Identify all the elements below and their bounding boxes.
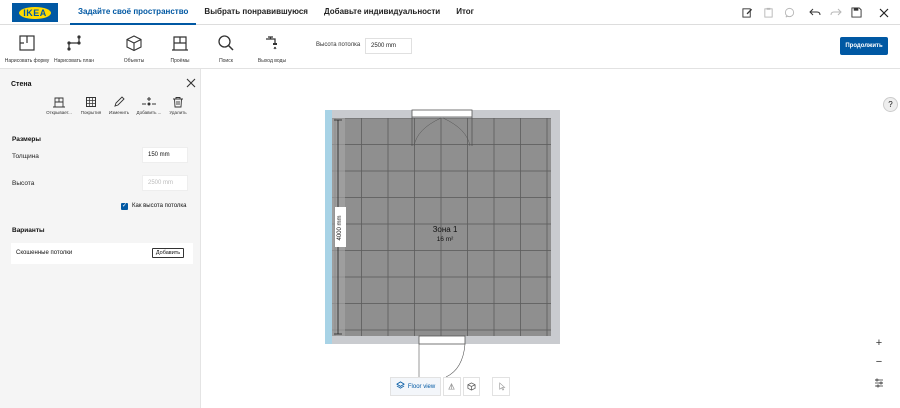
wall-action-label: Изменить	[108, 110, 130, 115]
search-icon	[215, 32, 237, 54]
tool-label: Проёмы	[170, 58, 190, 64]
variant-label: Скошенные потолки	[16, 250, 73, 256]
floor-view-label: Floor view	[407, 383, 436, 390]
coverings-icon	[76, 95, 106, 109]
ceiling-height-checkbox-label: Как высота потолка	[132, 203, 187, 209]
wall-action-label: Добавить ...	[136, 110, 162, 115]
edit-icon[interactable]	[737, 0, 758, 25]
wall-action-add-point[interactable]: Добавить ...	[134, 95, 164, 115]
wall-dimension-label: 4000 mm	[337, 215, 343, 241]
door-bottom[interactable]	[418, 335, 466, 345]
help-button[interactable]: ?	[883, 97, 898, 112]
wall-action-label: Открывает...	[46, 110, 72, 115]
save-icon[interactable]	[846, 0, 867, 25]
ceiling-height-checkbox[interactable]: ✓	[121, 203, 128, 210]
tool-draw-shape[interactable]: Нарисовать форму	[1, 28, 53, 66]
tool-objects[interactable]: Объекты	[108, 28, 160, 66]
floor-plan-drawing	[325, 109, 560, 379]
tool-label: Выход воды	[257, 58, 287, 64]
selected-wall[interactable]	[325, 110, 332, 344]
tab-add-personality[interactable]: Добавьте индивидуальности	[316, 0, 448, 25]
logo-text: IKEA	[19, 6, 51, 19]
floor-view-button[interactable]: Floor view	[390, 377, 442, 396]
openings-icon	[169, 32, 191, 54]
clipboard-icon[interactable]	[758, 0, 779, 25]
tool-draw-plan[interactable]: Нарисовать план	[48, 28, 100, 66]
door-swing	[418, 343, 466, 379]
floor-plan-canvas[interactable]: 4000 mm Зона 1 16 m²	[201, 69, 900, 408]
tab-choose-favorite[interactable]: Выбрать понравившуюся	[196, 0, 316, 25]
window-top[interactable]	[411, 109, 473, 118]
undo-icon[interactable]	[804, 0, 825, 25]
add-variant-button[interactable]: Добавить	[152, 248, 184, 258]
close-icon[interactable]	[873, 0, 894, 25]
panel-close-icon[interactable]	[186, 78, 196, 88]
tool-water-outlet[interactable]: Выход воды	[246, 28, 298, 66]
water-outlet-icon	[261, 32, 283, 54]
wall-properties-panel: Стена Открывает... Покрытия Изменить Доб…	[0, 69, 201, 408]
panel-title: Стена	[11, 81, 32, 88]
tool-label: Поиск	[219, 58, 233, 64]
trash-icon	[163, 95, 193, 109]
view-switcher: Floor view	[390, 377, 511, 396]
ikea-logo[interactable]: IKEA	[12, 3, 58, 22]
top-bar: IKEA Задайте своё пространство Выбрать п…	[0, 0, 900, 25]
draw-plan-icon	[63, 32, 85, 54]
tool-search[interactable]: Поиск	[200, 28, 252, 66]
opening-icon	[44, 95, 74, 109]
sizes-heading: Размеры	[12, 136, 41, 143]
draw-shape-icon	[16, 32, 38, 54]
thickness-input[interactable]: 150 mm	[142, 147, 188, 163]
zoom-in-button[interactable]: +	[871, 336, 887, 352]
thickness-label: Толщина	[12, 153, 39, 160]
tool-label: Нарисовать план	[53, 58, 95, 64]
variants-heading: Варианты	[12, 227, 45, 234]
add-point-icon	[134, 95, 164, 109]
comment-icon[interactable]	[779, 0, 800, 25]
wall-action-opening[interactable]: Открывает...	[44, 95, 74, 115]
continue-button[interactable]: Продолжить	[840, 37, 888, 55]
wall-action-label: Покрытия	[80, 110, 102, 115]
pointer-tool-button[interactable]	[492, 377, 511, 396]
variant-row: Скошенные потолки Добавить	[11, 243, 193, 264]
redo-icon[interactable]	[825, 0, 846, 25]
tool-openings[interactable]: Проёмы	[154, 28, 206, 66]
wall-action-label: Удалить	[169, 110, 187, 115]
tool-label: Нарисовать форму	[4, 58, 50, 64]
tab-summary[interactable]: Итог	[448, 0, 482, 25]
settings-sliders-icon[interactable]	[871, 378, 887, 394]
wall-action-edit[interactable]: Изменить	[104, 95, 134, 115]
height-input: 2500 mm	[142, 175, 188, 191]
pencil-icon	[104, 95, 134, 109]
step-tabs: Задайте своё пространство Выбрать понрав…	[70, 0, 482, 25]
zone-area: 16 m²	[436, 236, 454, 243]
height-label: Высота	[12, 180, 35, 187]
wall-action-coverings[interactable]: Покрытия	[76, 95, 106, 115]
tool-bar: Нарисовать форму Нарисовать план Объекты…	[0, 25, 900, 69]
zoom-out-button[interactable]: −	[871, 355, 887, 371]
tab-define-space[interactable]: Задайте своё пространство	[70, 0, 197, 25]
objects-icon	[123, 32, 145, 54]
ceiling-height-label: Высота потолка	[316, 42, 361, 48]
perspective-view-button[interactable]	[443, 377, 461, 396]
zone-name: Зона 1	[432, 225, 458, 234]
tool-label: Объекты	[123, 58, 145, 64]
floor-view-icon	[395, 381, 405, 392]
wall-action-delete[interactable]: Удалить	[163, 95, 193, 115]
header-actions	[737, 0, 894, 25]
ceiling-height-input[interactable]: 2500 mm	[365, 38, 412, 54]
3d-view-button[interactable]	[462, 377, 481, 396]
view-divider	[482, 377, 490, 396]
